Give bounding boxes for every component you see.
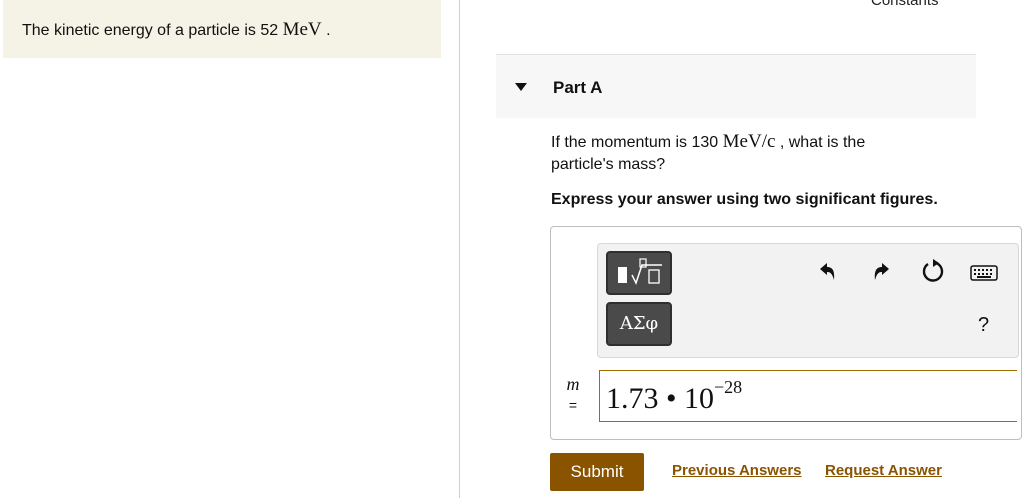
help-button[interactable]: ? <box>978 314 989 337</box>
request-answer-link[interactable]: Request Answer <box>825 462 942 479</box>
problem-statement: The kinetic energy of a particle is 52 M… <box>3 0 441 58</box>
reset-icon[interactable] <box>920 258 946 291</box>
answer-exponent: −28 <box>714 377 743 397</box>
greek-symbols-button[interactable]: ΑΣφ <box>606 302 672 346</box>
answer-variable: m <box>566 374 580 394</box>
problem-text: The kinetic energy of a particle is 52 M… <box>22 19 331 41</box>
panel-divider <box>459 0 460 498</box>
constants-link[interactable]: Constants <box>871 0 939 9</box>
templates-icon <box>618 258 662 285</box>
answer-value: 1.73 • 10−28 <box>606 377 742 416</box>
templates-button[interactable] <box>606 251 672 295</box>
question-text: If the momentum is 130 MeV/c , what is t… <box>551 131 931 176</box>
keyboard-icon[interactable] <box>970 262 998 288</box>
part-a-header[interactable]: Part A <box>496 54 976 118</box>
question-unit: MeV/c <box>722 131 776 152</box>
answer-input[interactable]: 1.73 • 10−28 <box>599 370 1017 422</box>
problem-prefix: The kinetic energy of a particle is 52 <box>22 22 283 39</box>
math-toolbar: ΑΣφ ? <box>597 243 1019 358</box>
problem-suffix: . <box>321 22 331 39</box>
redo-icon[interactable] <box>871 260 893 288</box>
problem-unit: MeV <box>282 19 322 40</box>
previous-answers-link[interactable]: Previous Answers <box>672 462 802 479</box>
answer-instruction: Express your answer using two significan… <box>551 191 938 208</box>
answer-mantissa: 1.73 • 10 <box>606 382 715 415</box>
question-prefix: If the momentum is 130 <box>551 134 723 151</box>
collapse-triangle-icon[interactable] <box>515 83 527 91</box>
part-label: Part A <box>553 78 603 97</box>
undo-icon[interactable] <box>816 260 838 288</box>
submit-button[interactable]: Submit <box>550 453 644 491</box>
answer-equals: = <box>568 397 578 413</box>
